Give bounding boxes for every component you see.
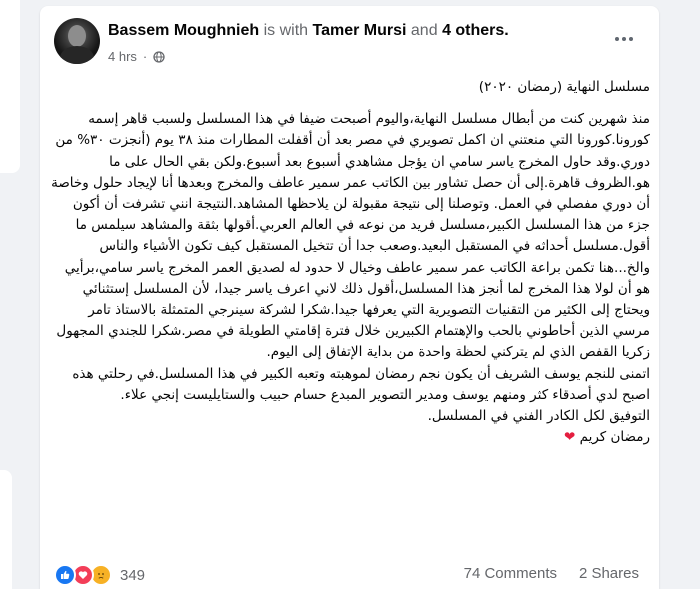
post-meta: 4 hrs · — [108, 49, 165, 64]
post-footer: 349 74 Comments 2 Shares — [40, 561, 659, 589]
and-text: and — [410, 22, 438, 39]
post-time[interactable]: 4 hrs — [108, 49, 137, 64]
reactions-summary[interactable]: 349 — [54, 564, 145, 586]
avatar-head — [68, 25, 86, 47]
post-header: Bassem Moughnieh is with Tamer Mursi and… — [108, 22, 509, 40]
post-card: Bassem Moughnieh is with Tamer Mursi and… — [40, 6, 659, 589]
avatar-shoulders — [60, 46, 94, 64]
adjacent-panel-top — [0, 0, 20, 173]
post-body: مسلسل النهاية (رمضان ٢٠٢٠) منذ شهرين كنت… — [50, 77, 650, 459]
others-link[interactable]: 4 others. — [442, 22, 509, 39]
shares-count-link[interactable]: 2 Shares — [579, 565, 639, 582]
reaction-count: 349 — [120, 566, 146, 584]
post-closing-line: رمضان كريم ❤ — [50, 427, 650, 448]
meta-separator: · — [142, 49, 148, 64]
avatar[interactable] — [54, 18, 100, 64]
more-dot — [615, 37, 619, 41]
tagged-person[interactable]: Tamer Mursi — [313, 22, 407, 39]
post-main-text: منذ شهرين كنت من أبطال مسلسل النهاية،وال… — [51, 111, 650, 425]
post-title-line: مسلسل النهاية (رمضان ٢٠٢٠) — [478, 79, 650, 95]
heart-icon: ❤ — [563, 429, 576, 446]
more-dot — [622, 37, 626, 41]
closing-text: رمضان كريم — [579, 429, 650, 446]
more-options-button[interactable] — [606, 25, 642, 53]
globe-icon[interactable] — [153, 50, 165, 63]
author-name[interactable]: Bassem Moughnieh — [108, 22, 259, 39]
like-icon — [54, 564, 76, 586]
with-text: is with — [263, 22, 309, 39]
comments-count-link[interactable]: 74 Comments — [464, 565, 557, 582]
adjacent-panel-bottom — [0, 470, 12, 589]
more-dot — [629, 37, 633, 41]
